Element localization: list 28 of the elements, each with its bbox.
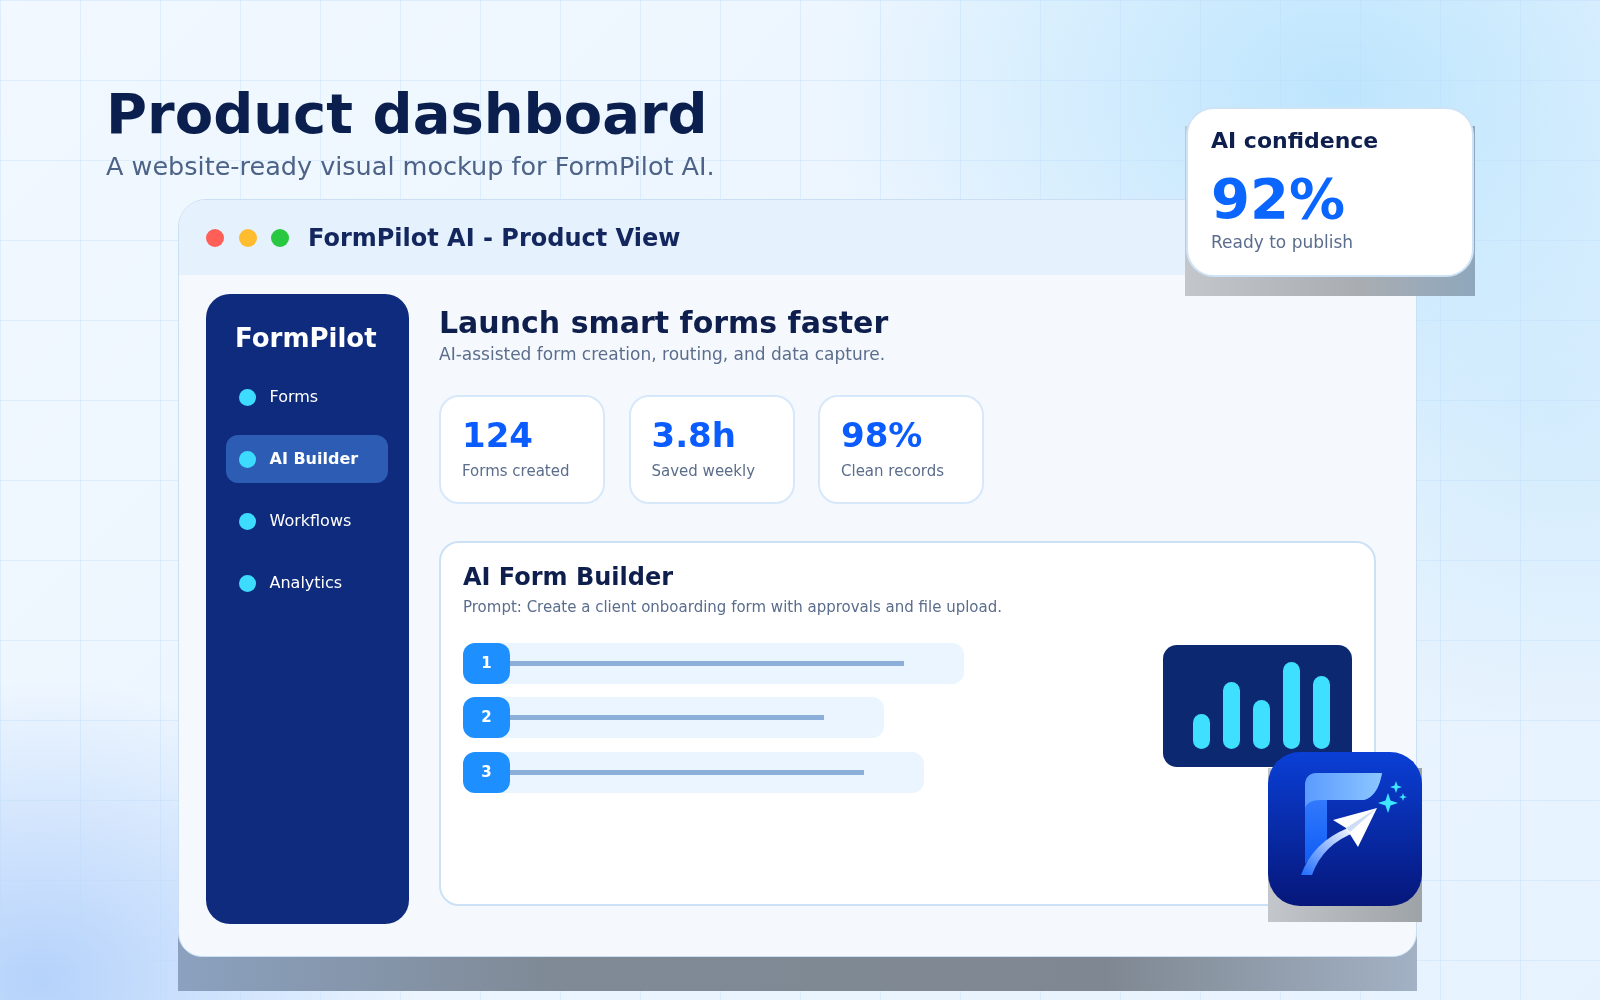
sidebar-item[interactable]: Forms [226,373,388,421]
confidence-value: 92% [1211,169,1346,229]
stat-value: 124 [462,415,533,455]
bar-chart-icon [1163,644,1352,767]
stat-value: 3.8h [651,415,736,455]
sidebar-item[interactable]: Workflows [226,497,388,545]
step-badge: 1 [463,642,510,684]
sidebar-brand: FormPilot [234,322,378,354]
builder-title: AI Form Builder [463,562,674,592]
confidence-title: AI confidence [1211,127,1379,155]
page-subtitle: A website-ready visual mockup for FormPilot AI. [106,151,715,181]
minimize-icon[interactable] [238,228,257,247]
section-heading: Launch smart forms faster [439,305,889,341]
sidebar-item[interactable]: AI Builder [226,435,388,483]
step-badge: 3 [463,751,510,793]
builder-prompt: Prompt: Create a client onboarding form with approvals and file upload. [463,596,1002,617]
stat-value: 98% [841,415,923,455]
sidebar-item[interactable]: Analytics [226,559,388,607]
zoom-icon[interactable] [271,228,289,247]
close-icon[interactable] [206,228,224,247]
page-title: Product dashboard [106,82,708,146]
window-title: FormPilot AI - Product View [308,222,681,253]
stat-label: Clean records [841,461,945,481]
stat-label: Saved weekly [651,461,756,481]
stat-label: Forms created [462,461,570,481]
section-subheading: AI-assisted form creation, routing, and data capture. [439,343,886,365]
confidence-caption: Ready to publish [1211,231,1354,253]
step-badge: 2 [463,697,510,738]
